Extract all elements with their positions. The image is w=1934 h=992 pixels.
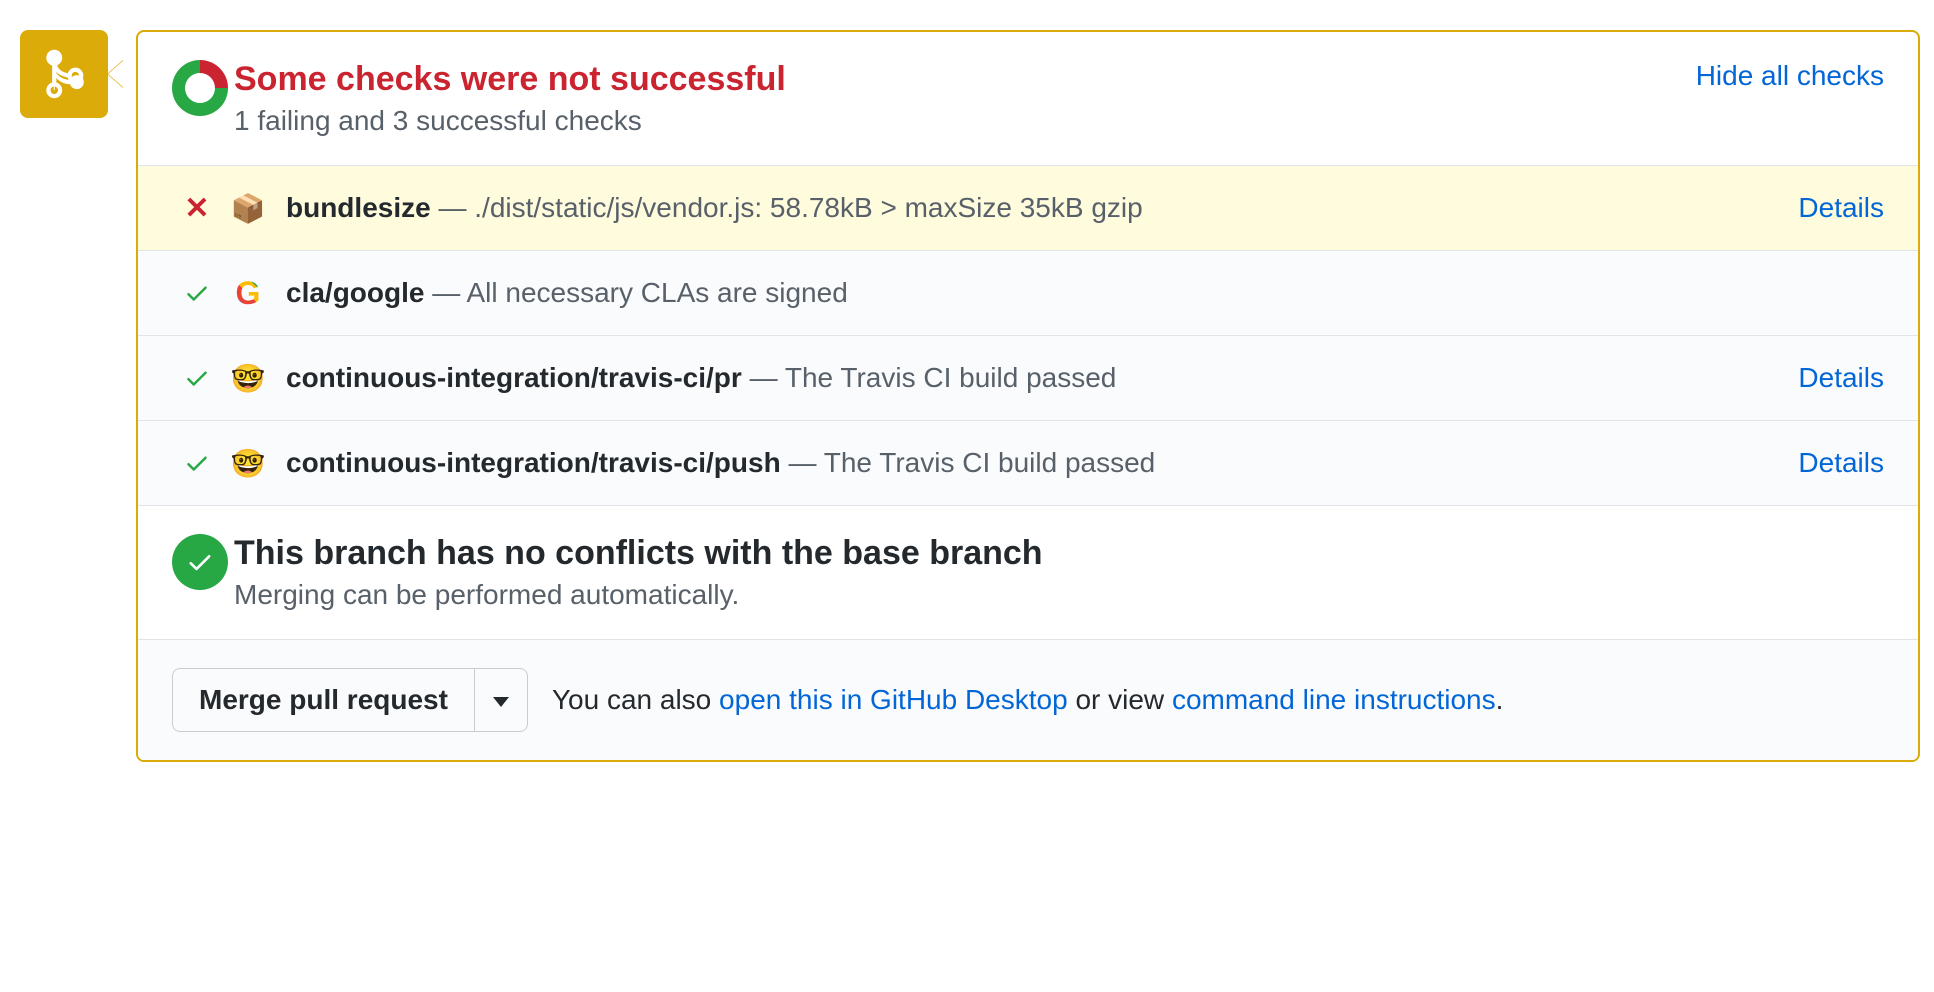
- footer-text-post: .: [1496, 684, 1504, 715]
- footer-text-mid: or view: [1068, 684, 1172, 715]
- status-donut-icon: [172, 60, 228, 116]
- conflict-title: This branch has no conflicts with the ba…: [234, 534, 1884, 573]
- check-details-link[interactable]: Details: [1798, 192, 1884, 224]
- check-row: 🤓 continuous-integration/travis-ci/push —…: [138, 421, 1918, 506]
- checks-summary-section: Some checks were not successful 1 failin…: [138, 32, 1918, 166]
- check-app-avatar: 📦: [228, 188, 268, 228]
- merge-button-group: Merge pull request: [172, 668, 528, 732]
- checks-summary-title: Some checks were not successful: [234, 60, 1676, 99]
- check-row: Gcla/google — All necessary CLAs are sig…: [138, 251, 1918, 336]
- check-icon: [172, 365, 222, 391]
- check-icon: [172, 450, 222, 476]
- check-text: bundlesize — ./dist/static/js/vendor.js:…: [286, 192, 1778, 224]
- merge-conflict-section: This branch has no conflicts with the ba…: [138, 506, 1918, 640]
- check-app-avatar: 🤓: [228, 358, 268, 398]
- check-icon: [172, 280, 222, 306]
- check-app-avatar: G: [228, 273, 268, 313]
- check-message: — The Travis CI build passed: [742, 362, 1117, 393]
- check-name: continuous-integration/travis-ci/pr: [286, 362, 742, 393]
- git-merge-icon: [42, 48, 86, 100]
- check-message: — ./dist/static/js/vendor.js: 58.78kB > …: [431, 192, 1143, 223]
- merge-status-panel: Some checks were not successful 1 failin…: [136, 30, 1920, 762]
- hide-all-checks-link[interactable]: Hide all checks: [1696, 60, 1884, 92]
- open-github-desktop-link[interactable]: open this in GitHub Desktop: [719, 684, 1068, 715]
- x-icon: ✕: [172, 191, 222, 226]
- check-text: cla/google — All necessary CLAs are sign…: [286, 277, 1884, 309]
- check-text: continuous-integration/travis-ci/pr — Th…: [286, 362, 1778, 394]
- check-name: bundlesize: [286, 192, 431, 223]
- merge-options-dropdown-button[interactable]: [475, 668, 528, 732]
- merge-timeline-badge: [20, 30, 108, 118]
- merge-pull-request-button[interactable]: Merge pull request: [172, 668, 475, 732]
- check-app-avatar: 🤓: [228, 443, 268, 483]
- footer-text-pre: You can also: [552, 684, 719, 715]
- check-details-link[interactable]: Details: [1798, 362, 1884, 394]
- check-name: continuous-integration/travis-ci/push: [286, 447, 781, 478]
- check-text: continuous-integration/travis-ci/push — …: [286, 447, 1778, 479]
- check-details-link[interactable]: Details: [1798, 447, 1884, 479]
- check-message: — The Travis CI build passed: [781, 447, 1156, 478]
- check-row: 🤓 continuous-integration/travis-ci/pr — T…: [138, 336, 1918, 421]
- command-line-instructions-link[interactable]: command line instructions: [1172, 684, 1496, 715]
- check-row: ✕📦 bundlesize — ./dist/static/js/vendor.j…: [138, 166, 1918, 251]
- checks-summary-subtitle: 1 failing and 3 successful checks: [234, 105, 1676, 137]
- check-circle-icon: [172, 534, 228, 590]
- check-message: — All necessary CLAs are signed: [424, 277, 847, 308]
- conflict-subtitle: Merging can be performed automatically.: [234, 579, 1884, 611]
- checks-list: ✕📦 bundlesize — ./dist/static/js/vendor.j…: [138, 166, 1918, 506]
- caret-down-icon: [493, 697, 509, 707]
- merge-footer-text: You can also open this in GitHub Desktop…: [552, 684, 1503, 716]
- merge-footer: Merge pull request You can also open thi…: [138, 640, 1918, 760]
- check-name: cla/google: [286, 277, 424, 308]
